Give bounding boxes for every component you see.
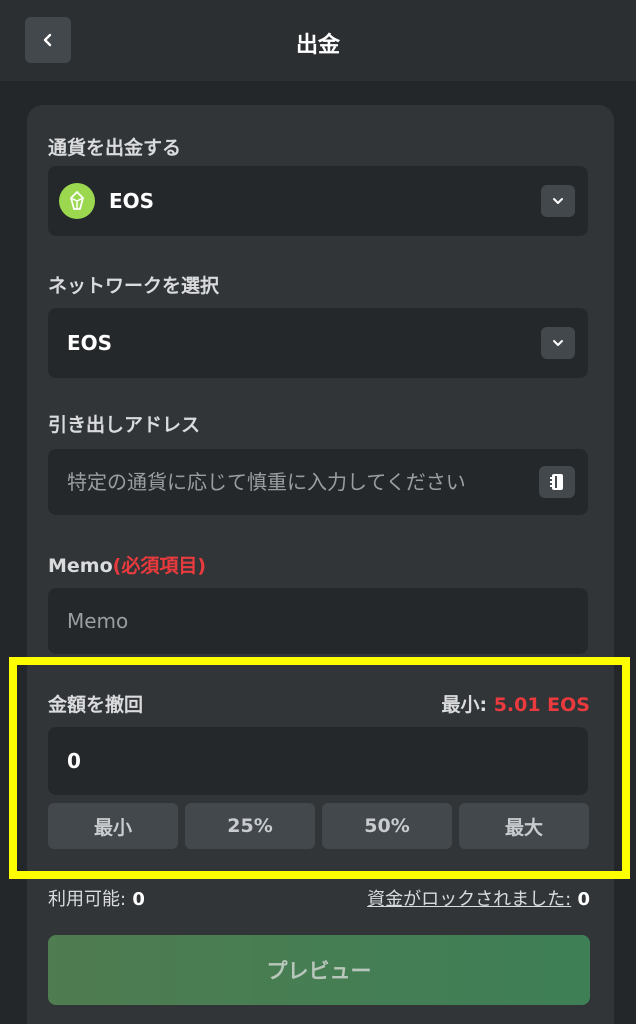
address-placeholder: 特定の通貨に応じて慎重に入力してください	[67, 470, 466, 494]
memo-input[interactable]: Memo	[48, 588, 588, 654]
memo-label-text: Memo	[48, 555, 113, 577]
chevron-down-icon	[553, 198, 563, 204]
locked-funds-link[interactable]: 資金がロックされました:	[367, 889, 571, 910]
currency-label: 通貨を出金する	[48, 137, 182, 159]
address-book-button[interactable]	[539, 466, 575, 498]
memo-placeholder: Memo	[67, 609, 129, 633]
currency-value: EOS	[109, 189, 155, 213]
network-select[interactable]: EOS	[48, 308, 588, 378]
locked-value: 0	[577, 889, 590, 910]
currency-dropdown-button[interactable]	[541, 185, 575, 217]
address-label: 引き出しアドレス	[48, 414, 201, 436]
network-dropdown-button[interactable]	[541, 327, 575, 359]
page-title: 出金	[295, 33, 340, 58]
address-book-icon	[550, 474, 563, 490]
currency-select[interactable]: EOS	[48, 166, 588, 236]
preview-button[interactable]: プレビュー	[48, 935, 590, 1005]
available-info: 利用可能: 0	[48, 885, 145, 911]
address-input[interactable]: 特定の通貨に応じて慎重に入力してください	[48, 449, 588, 515]
network-label: ネットワークを選択	[48, 275, 220, 297]
network-value: EOS	[67, 331, 113, 355]
highlight-box	[9, 657, 630, 879]
locked-info: 資金がロックされました: 0	[367, 885, 590, 911]
chevron-down-icon	[553, 340, 563, 346]
available-value: 0	[132, 889, 145, 910]
memo-required-tag: (必須項目)	[112, 555, 207, 577]
memo-label: Memo(必須項目)	[48, 551, 206, 578]
header-bar: 出金	[0, 0, 636, 82]
available-label: 利用可能:	[48, 889, 127, 910]
eos-coin-icon	[59, 183, 95, 219]
